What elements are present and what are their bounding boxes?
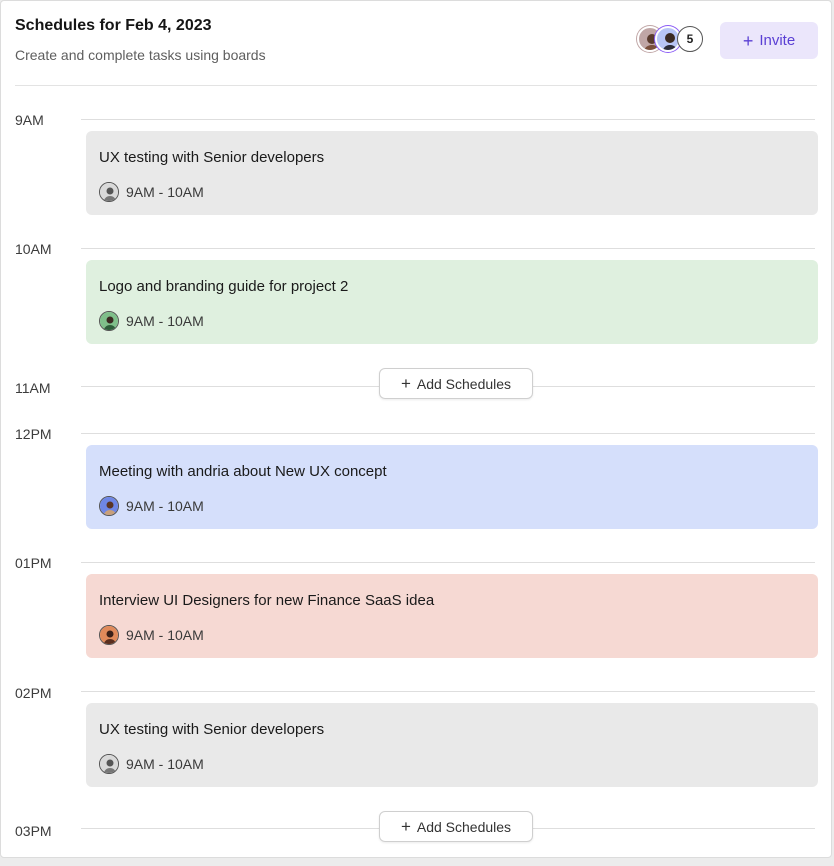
time-divider <box>81 248 815 249</box>
person-blue-avatar-icon <box>99 496 119 516</box>
event-meta: 9AM - 10AM <box>99 182 805 202</box>
event-title: Meeting with andria about New UX concept <box>99 463 387 480</box>
time-label-01pm: 01PM <box>15 555 52 571</box>
add-schedules-label: Add Schedules <box>416 818 512 835</box>
person-orange-avatar-icon <box>99 625 119 645</box>
schedules-panel: Schedules for Feb 4, 2023 Create and com… <box>0 0 832 858</box>
event-time: 9AM - 10AM <box>126 184 204 200</box>
event-card[interactable]: UX testing with Senior developers 9AM - … <box>86 703 818 787</box>
plus-icon: + <box>400 817 411 836</box>
event-title: UX testing with Senior developers <box>99 149 325 166</box>
add-schedules-button[interactable]: + Add Schedules <box>379 368 533 399</box>
event-title: UX testing with Senior developers <box>99 721 325 738</box>
invite-button[interactable]: + Invite <box>720 22 818 59</box>
event-title: Interview UI Designers for new Finance S… <box>99 592 435 609</box>
header-divider <box>15 85 817 86</box>
time-divider <box>81 119 815 120</box>
event-card[interactable]: UX testing with Senior developers 9AM - … <box>86 131 818 215</box>
event-time: 9AM - 10AM <box>126 627 204 643</box>
time-label-03pm: 03PM <box>15 823 52 839</box>
member-count-badge[interactable]: 5 <box>677 26 703 52</box>
member-avatars[interactable]: 5 <box>637 26 709 54</box>
event-time: 9AM - 10AM <box>126 498 204 514</box>
person-gray-avatar-icon <box>99 182 119 202</box>
time-label-11am: 11AM <box>15 380 51 396</box>
event-card[interactable]: Logo and branding guide for project 2 9A… <box>86 260 818 344</box>
event-meta: 9AM - 10AM <box>99 754 805 774</box>
event-title: Logo and branding guide for project 2 <box>99 278 349 295</box>
time-label-9am: 9AM <box>15 112 44 128</box>
page-title: Schedules for Feb 4, 2023 <box>15 17 212 34</box>
plus-icon: + <box>742 30 754 51</box>
page-subtitle: Create and complete tasks using boards <box>15 47 266 63</box>
event-meta: 9AM - 10AM <box>99 496 805 516</box>
time-label-02pm: 02PM <box>15 685 52 701</box>
invite-label: Invite <box>759 32 796 49</box>
time-label-10am: 10AM <box>15 241 52 257</box>
add-schedules-label: Add Schedules <box>416 375 512 392</box>
event-card[interactable]: Meeting with andria about New UX concept… <box>86 445 818 529</box>
plus-icon: + <box>400 374 411 393</box>
time-divider <box>81 562 815 563</box>
event-time: 9AM - 10AM <box>126 756 204 772</box>
event-meta: 9AM - 10AM <box>99 311 805 331</box>
time-divider <box>81 433 815 434</box>
time-divider <box>81 691 815 692</box>
person-green-avatar-icon <box>99 311 119 331</box>
person-gray-avatar-icon <box>99 754 119 774</box>
event-time: 9AM - 10AM <box>126 313 204 329</box>
add-schedules-button[interactable]: + Add Schedules <box>379 811 533 842</box>
event-card[interactable]: Interview UI Designers for new Finance S… <box>86 574 818 658</box>
event-meta: 9AM - 10AM <box>99 625 805 645</box>
time-label-12pm: 12PM <box>15 426 52 442</box>
